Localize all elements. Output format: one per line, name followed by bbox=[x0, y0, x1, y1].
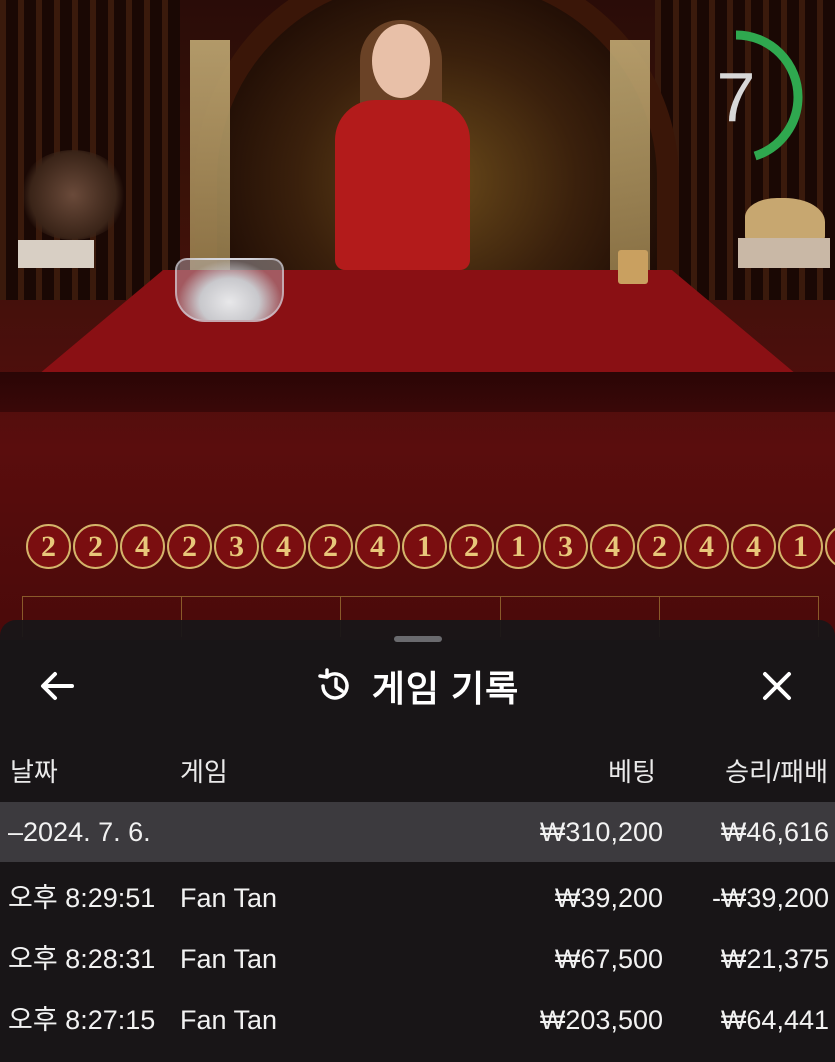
gold-screen-panel bbox=[190, 40, 230, 270]
close-button[interactable] bbox=[754, 664, 800, 708]
timer-value: 7 bbox=[716, 58, 756, 136]
row-result: ₩21,375 bbox=[720, 944, 829, 974]
road-result: 4 bbox=[731, 524, 776, 569]
column-header-result: 승리/패배 bbox=[725, 757, 828, 787]
column-header-bet: 베팅 bbox=[608, 757, 656, 787]
column-header-date: 날짜 bbox=[10, 757, 58, 787]
column-header-game: 게임 bbox=[180, 757, 228, 787]
road-result: 3 bbox=[543, 524, 588, 569]
row-bet: ₩203,500 bbox=[539, 1005, 663, 1035]
sheet-title: 게임 기록 bbox=[371, 668, 520, 709]
history-row[interactable]: 오후 8:27:15 Fan Tan ₩203,500 ₩64,441 bbox=[0, 990, 835, 1050]
history-row[interactable]: 오후 8:28:31 Fan Tan ₩67,500 ₩21,375 bbox=[0, 929, 835, 989]
results-road: 224234241213424414 bbox=[26, 524, 835, 574]
bonsai-pot bbox=[18, 240, 94, 268]
road-result: 2 bbox=[308, 524, 353, 569]
road-result: 4 bbox=[355, 524, 400, 569]
road-result: 2 bbox=[637, 524, 682, 569]
sheet-header: 게임 기록 bbox=[0, 662, 835, 710]
road-result: 4 bbox=[684, 524, 729, 569]
live-video-feed: 7 224234241213424414 bbox=[0, 0, 835, 640]
row-game: Fan Tan bbox=[180, 944, 278, 974]
game-history-sheet: 게임 기록 날짜 게임 베팅 승리/패배 –2024. 7. 6. ₩310,2… bbox=[0, 620, 835, 1062]
arrow-left-icon bbox=[41, 672, 74, 700]
row-time: 오후 8:27:15 bbox=[8, 1005, 156, 1035]
bonsai-plant bbox=[18, 150, 128, 240]
countdown-timer: 7 bbox=[669, 30, 808, 164]
gold-screen-panel bbox=[610, 40, 650, 270]
row-game: Fan Tan bbox=[180, 883, 278, 913]
road-result: 2 bbox=[26, 524, 71, 569]
date-group-label: –2024. 7. 6. bbox=[8, 817, 151, 847]
date-group-row[interactable]: –2024. 7. 6. ₩310,200 ₩46,616 bbox=[0, 802, 835, 862]
date-group-result-total: ₩46,616 bbox=[720, 817, 829, 847]
close-icon bbox=[763, 672, 791, 700]
road-result: 1 bbox=[402, 524, 447, 569]
road-result: 4 bbox=[825, 524, 835, 569]
road-result: 1 bbox=[496, 524, 541, 569]
row-result: -₩39,200 bbox=[711, 883, 829, 913]
row-result: ₩64,441 bbox=[720, 1005, 829, 1035]
row-bet: ₩67,500 bbox=[554, 944, 663, 974]
road-result: 2 bbox=[73, 524, 118, 569]
road-result: 4 bbox=[590, 524, 635, 569]
date-group-bet-total: ₩310,200 bbox=[539, 817, 663, 847]
brass-cup bbox=[618, 250, 648, 284]
road-result: 2 bbox=[449, 524, 494, 569]
row-game: Fan Tan bbox=[180, 1005, 278, 1035]
history-icon bbox=[318, 668, 349, 700]
row-time: 오후 8:28:31 bbox=[8, 944, 156, 974]
back-button[interactable] bbox=[34, 664, 80, 708]
row-time: 오후 8:29:51 bbox=[8, 883, 156, 913]
history-row[interactable]: 오후 8:29:51 Fan Tan ₩39,200 -₩39,200 bbox=[0, 868, 835, 928]
table-rim bbox=[0, 372, 835, 412]
row-bet: ₩39,200 bbox=[554, 883, 663, 913]
dragon-statue-base bbox=[738, 238, 830, 268]
road-result: 4 bbox=[261, 524, 306, 569]
road-result: 2 bbox=[167, 524, 212, 569]
dealer-dress bbox=[335, 100, 470, 270]
drag-handle[interactable] bbox=[394, 636, 442, 642]
road-result: 4 bbox=[120, 524, 165, 569]
road-result: 1 bbox=[778, 524, 823, 569]
road-result: 3 bbox=[214, 524, 259, 569]
dealer-face bbox=[372, 24, 430, 98]
bead-bowl bbox=[175, 258, 284, 322]
